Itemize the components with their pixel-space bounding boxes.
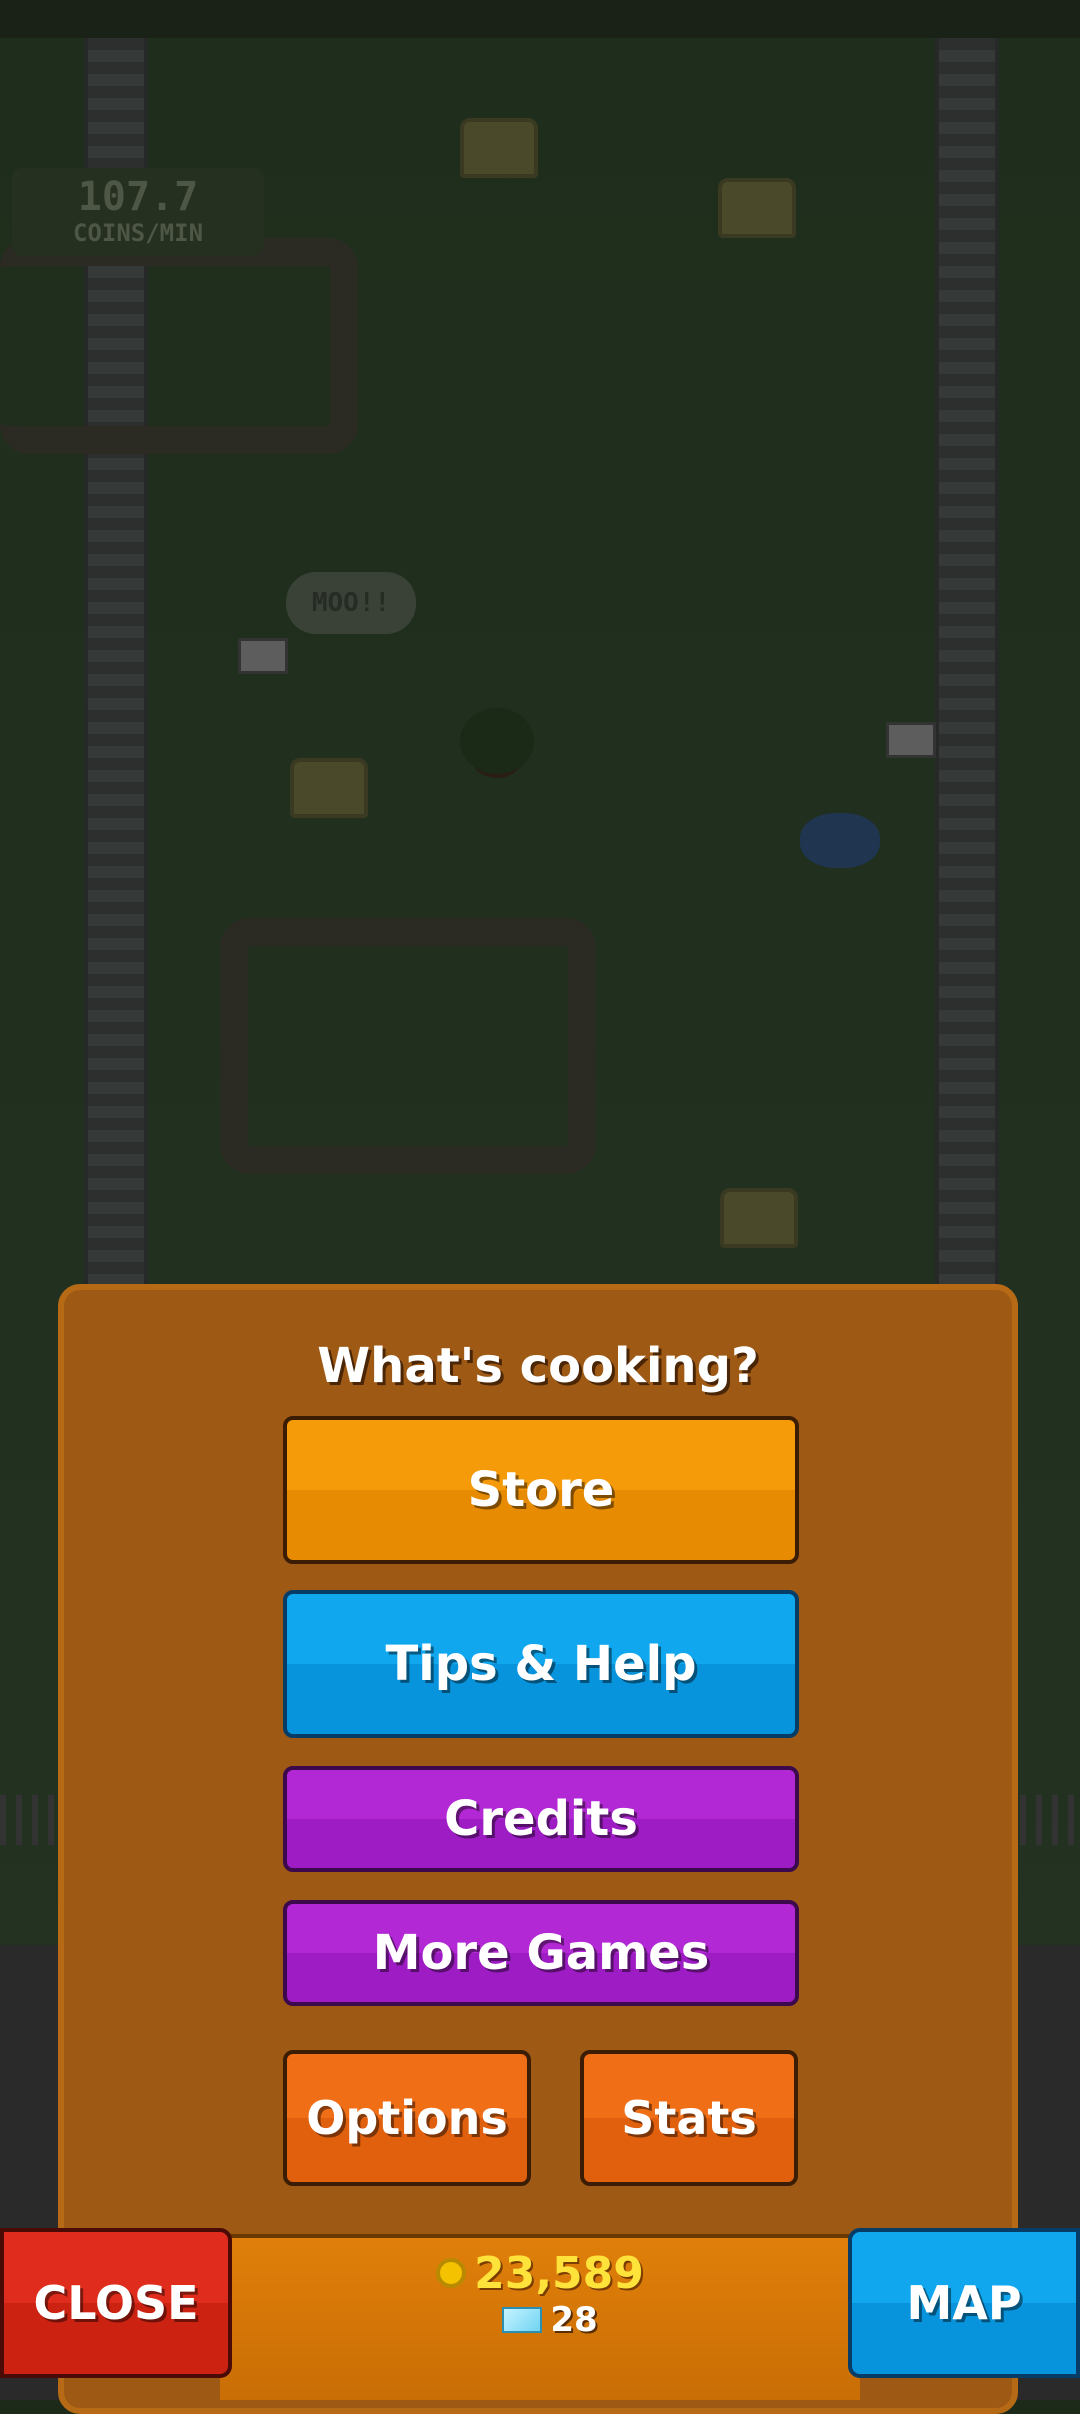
coins-per-min-label: COINS/MIN: [72, 219, 204, 247]
coins-display: 23,589: [430, 2246, 650, 2300]
tips-help-button[interactable]: Tips & Help: [283, 1590, 799, 1738]
credits-button[interactable]: Credits: [283, 1766, 799, 1872]
hay-bale: [460, 118, 538, 178]
cow: [886, 722, 936, 758]
hay-bale: [290, 758, 368, 818]
store-button[interactable]: Store: [283, 1416, 799, 1564]
pond: [800, 813, 880, 868]
close-button[interactable]: CLOSE: [0, 2228, 232, 2378]
tree: [460, 708, 534, 774]
dirt-path: [220, 918, 596, 1174]
coins-per-min-display: 107.7 COINS/MIN: [12, 168, 264, 256]
gems-count: 28: [550, 2300, 598, 2340]
more-games-button[interactable]: More Games: [283, 1900, 799, 2006]
options-button[interactable]: Options: [283, 2050, 531, 2186]
menu-title: What's cooking?: [317, 1338, 759, 1394]
stats-button[interactable]: Stats: [580, 2050, 798, 2186]
fence: [0, 1795, 60, 1845]
cow: [238, 638, 288, 674]
map-button[interactable]: MAP: [848, 2228, 1080, 2378]
fence: [1020, 1795, 1080, 1845]
status-bar: [0, 0, 1080, 38]
speech-bubble: MOO!!: [286, 572, 416, 634]
coins-count: 23,589: [474, 2247, 644, 2299]
coins-per-min-value: 107.7: [77, 174, 199, 220]
coin-icon: [436, 2258, 467, 2288]
dirt-path: [0, 238, 358, 454]
gems-display: 28: [480, 2298, 620, 2342]
gem-icon: [502, 2307, 543, 2333]
hay-bale: [718, 178, 796, 238]
hay-bale: [720, 1188, 798, 1248]
